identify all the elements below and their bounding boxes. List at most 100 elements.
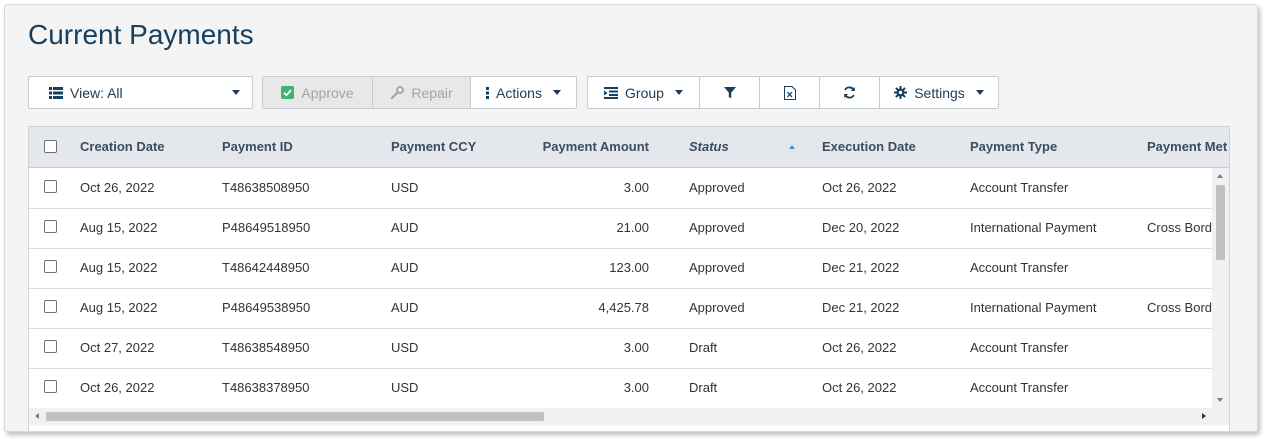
cell-payment-ccy: AUD <box>391 300 419 315</box>
filter-icon <box>723 86 736 98</box>
cell-status: Draft <box>689 340 718 355</box>
actions-dropdown-label: Actions <box>496 84 542 101</box>
cell-payment-amount: 4,425.78 <box>598 300 649 315</box>
scroll-right-icon[interactable] <box>1202 413 1206 419</box>
grid-tools-group: Group Settings <box>587 76 999 109</box>
page-title: Current Payments <box>28 19 254 50</box>
vertical-scrollbar[interactable] <box>1212 168 1229 408</box>
view-dropdown-label: View: All <box>70 84 123 101</box>
cell-payment-method <box>1147 168 1212 208</box>
cell-payment-type: International Payment <box>970 300 1097 315</box>
horizontal-scroll-thumb[interactable] <box>46 412 544 421</box>
cell-execution-date: Oct 26, 2022 <box>822 340 897 355</box>
column-header-payment-ccy[interactable]: Payment CCY <box>391 127 476 167</box>
column-header-payment-method[interactable]: Payment Met <box>1147 127 1229 167</box>
cell-execution-date: Dec 21, 2022 <box>822 300 900 315</box>
refresh-button[interactable] <box>819 77 879 108</box>
approve-button-label: Approve <box>301 84 354 101</box>
cell-payment-id: P48649518950 <box>222 220 311 235</box>
payments-panel: Current Payments View: All Approve Repai… <box>4 4 1258 432</box>
table-row[interactable]: Oct 27, 2022 T48638548950 USD 3.00 Draft Oct … <box>29 328 1229 369</box>
chevron-down-icon <box>975 90 984 95</box>
row-checkbox[interactable] <box>44 340 57 353</box>
cell-creation-date: Oct 26, 2022 <box>80 380 155 395</box>
row-checkbox[interactable] <box>44 380 57 393</box>
cell-payment-amount: 21.00 <box>616 220 649 235</box>
column-header-payment-amount[interactable]: Payment Amount <box>499 127 649 167</box>
chevron-down-icon <box>552 90 561 95</box>
refresh-icon <box>844 86 855 99</box>
cell-status: Approved <box>689 300 745 315</box>
view-dropdown[interactable]: View: All <box>28 76 253 109</box>
cell-payment-id: T48642448950 <box>222 260 310 275</box>
actions-dropdown[interactable]: Actions <box>470 77 576 108</box>
column-header-creation-date[interactable]: Creation Date <box>80 127 165 167</box>
cell-creation-date: Aug 15, 2022 <box>80 300 158 315</box>
cell-payment-ccy: USD <box>391 380 419 395</box>
horizontal-scrollbar[interactable] <box>29 408 1212 425</box>
payments-grid: Creation Date Payment ID Payment CCY Pay… <box>28 126 1230 431</box>
gear-icon <box>894 86 908 99</box>
column-header-payment-id[interactable]: Payment ID <box>222 127 293 167</box>
cell-status: Draft <box>689 380 718 395</box>
excel-icon <box>783 85 796 100</box>
cell-creation-date: Oct 27, 2022 <box>80 340 155 355</box>
cell-payment-ccy: USD <box>391 180 419 195</box>
table-row[interactable]: Aug 15, 2022 T48642448950 AUD 123.00 Approve… <box>29 248 1229 289</box>
column-header-execution-date[interactable]: Execution Date <box>822 127 916 167</box>
column-header-payment-type[interactable]: Payment Type <box>970 127 1057 167</box>
row-checkbox[interactable] <box>44 300 57 313</box>
cell-payment-method: Cross Borde <box>1147 300 1212 315</box>
select-all-checkbox[interactable] <box>44 140 57 153</box>
table-row[interactable]: Aug 15, 2022 P48649538950 AUD 4,425.78 Appro… <box>29 288 1229 329</box>
vertical-scroll-thumb[interactable] <box>1216 185 1225 260</box>
indent-icon <box>604 86 619 99</box>
chevron-down-icon <box>674 90 683 95</box>
group-dropdown-label: Group <box>625 84 664 101</box>
row-checkbox[interactable] <box>44 220 57 233</box>
chevron-down-icon <box>232 90 240 95</box>
cell-payment-amount: 3.00 <box>623 180 649 195</box>
settings-dropdown[interactable]: Settings <box>879 77 998 108</box>
cell-creation-date: Aug 15, 2022 <box>80 260 158 275</box>
filter-button[interactable] <box>699 77 759 108</box>
cell-payment-amount: 3.00 <box>623 380 649 395</box>
repair-button[interactable]: Repair <box>372 77 470 108</box>
vertical-dots-icon <box>486 86 490 99</box>
scroll-down-icon[interactable] <box>1217 398 1223 402</box>
cell-payment-method <box>1147 328 1212 368</box>
cell-payment-id: P48649538950 <box>222 300 311 315</box>
cell-creation-date: Aug 15, 2022 <box>80 220 158 235</box>
table-row[interactable]: Oct 26, 2022 T48638378950 USD 3.00 Draft Oct … <box>29 368 1229 409</box>
export-excel-button[interactable] <box>759 77 819 108</box>
table-row[interactable]: Aug 15, 2022 P48649518950 AUD 21.00 Approved… <box>29 208 1229 249</box>
cell-payment-method <box>1147 368 1212 408</box>
group-dropdown[interactable]: Group <box>588 77 699 108</box>
scrollbar-corner <box>1212 408 1229 425</box>
cell-payment-ccy: AUD <box>391 220 419 235</box>
row-action-group: Approve Repair Actions <box>262 76 577 109</box>
cell-payment-method <box>1147 248 1212 288</box>
cell-payment-type: Account Transfer <box>970 260 1069 275</box>
cell-execution-date: Oct 26, 2022 <box>822 180 897 195</box>
column-header-status[interactable]: Status <box>689 127 729 167</box>
approve-button[interactable]: Approve <box>263 77 372 108</box>
cell-creation-date: Oct 26, 2022 <box>80 180 155 195</box>
row-checkbox[interactable] <box>44 260 57 273</box>
cell-execution-date: Dec 20, 2022 <box>822 220 900 235</box>
row-checkbox[interactable] <box>44 180 57 193</box>
scroll-up-icon[interactable] <box>1217 174 1223 178</box>
cell-status: Approved <box>689 220 745 235</box>
cell-payment-type: Account Transfer <box>970 180 1069 195</box>
cell-payment-ccy: AUD <box>391 260 419 275</box>
cell-payment-type: Account Transfer <box>970 340 1069 355</box>
table-row[interactable]: Oct 26, 2022 T48638508950 USD 3.00 Approved O… <box>29 168 1229 209</box>
wrench-icon <box>391 85 405 99</box>
cell-payment-ccy: USD <box>391 340 419 355</box>
check-icon <box>281 86 295 99</box>
scroll-left-icon[interactable] <box>35 413 39 419</box>
cell-execution-date: Oct 26, 2022 <box>822 380 897 395</box>
cell-payment-type: Account Transfer <box>970 380 1069 395</box>
cell-payment-type: International Payment <box>970 220 1097 235</box>
settings-dropdown-label: Settings <box>914 84 965 101</box>
